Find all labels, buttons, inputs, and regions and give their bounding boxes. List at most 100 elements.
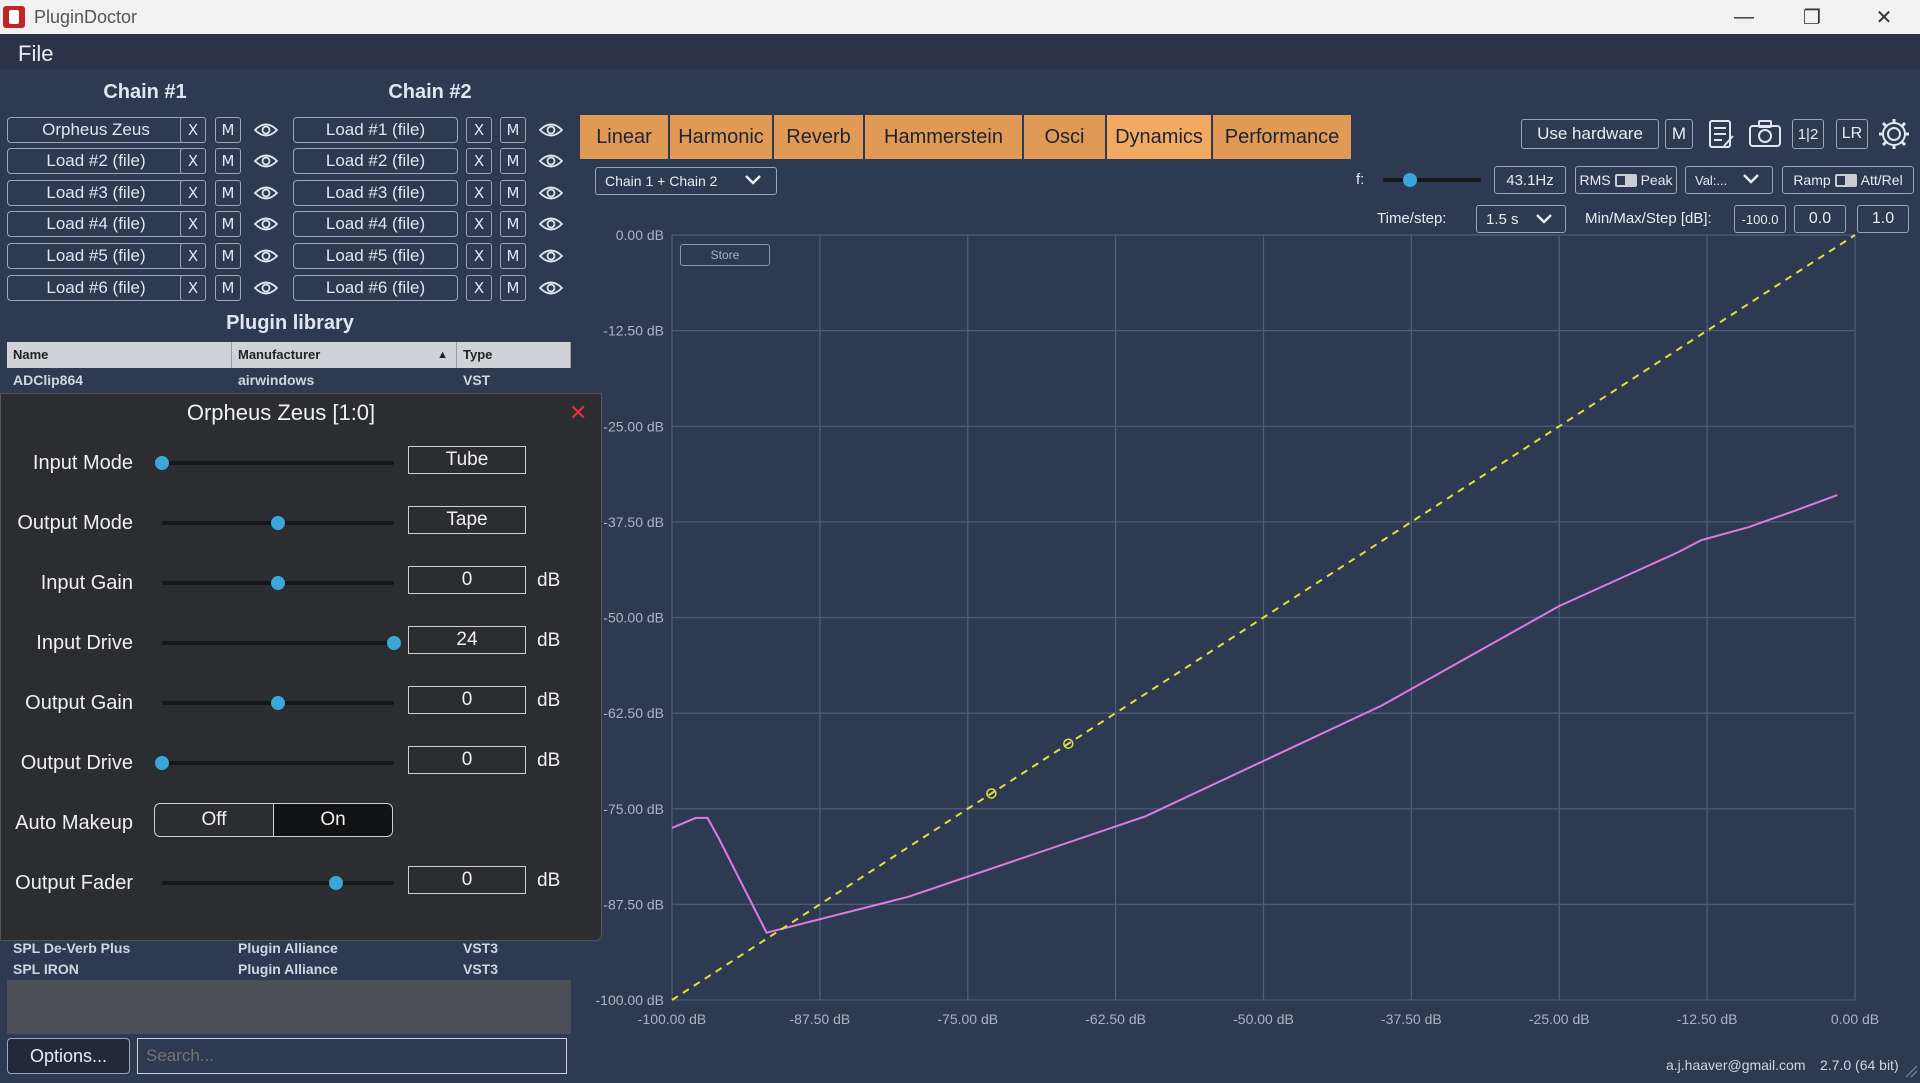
camera-icon[interactable] <box>1748 118 1782 150</box>
mute-button[interactable]: M <box>1665 119 1693 149</box>
chain2-mute-button[interactable]: M <box>500 148 526 174</box>
lr-button[interactable]: LR <box>1836 119 1868 149</box>
frequency-value[interactable]: 43.1Hz <box>1494 166 1566 194</box>
search-input[interactable] <box>137 1038 567 1074</box>
auto-makeup-on[interactable]: On <box>273 803 393 837</box>
chain2-remove-button[interactable]: X <box>466 180 492 206</box>
slider-knob[interactable] <box>271 516 285 530</box>
chain1-mute-button[interactable]: M <box>215 117 241 143</box>
tab-reverb[interactable]: Reverb <box>774 115 864 159</box>
slider-knob[interactable] <box>271 576 285 590</box>
rms-peak-toggle[interactable]: RMS Peak <box>1575 166 1677 194</box>
chain2-remove-button[interactable]: X <box>466 275 492 301</box>
menu-file[interactable]: File <box>18 41 53 67</box>
toggle-switch[interactable] <box>1834 173 1857 187</box>
eye-icon[interactable] <box>253 180 279 206</box>
gear-icon[interactable] <box>1877 117 1911 151</box>
tab-hammerstein[interactable]: Hammerstein <box>865 115 1023 159</box>
chain1-remove-button[interactable]: X <box>180 117 206 143</box>
value-select[interactable]: Val:... <box>1685 166 1773 194</box>
param-value[interactable]: 24 <box>408 626 526 654</box>
param-slider[interactable] <box>162 696 394 710</box>
chain2-remove-button[interactable]: X <box>466 243 492 269</box>
slider-knob[interactable] <box>387 636 401 650</box>
chain1-mute-button[interactable]: M <box>215 275 241 301</box>
param-value[interactable]: 0 <box>408 746 526 774</box>
tab-osci[interactable]: Osci <box>1024 115 1106 159</box>
output-fader-value[interactable]: 0 <box>408 866 526 894</box>
param-value[interactable]: Tube <box>408 446 526 474</box>
chain1-mute-button[interactable]: M <box>215 180 241 206</box>
eye-icon[interactable] <box>538 117 564 143</box>
tab-linear[interactable]: Linear <box>580 115 669 159</box>
frequency-slider[interactable] <box>1383 173 1481 187</box>
table-row[interactable]: SPL De-Verb Plus Plugin Alliance VST3 <box>7 938 571 959</box>
store-button[interactable]: Store <box>680 244 770 266</box>
chain1-slot[interactable]: Orpheus Zeus <box>7 117 185 143</box>
chain2-mute-button[interactable]: M <box>500 180 526 206</box>
slider-knob[interactable] <box>271 696 285 710</box>
chain1-mute-button[interactable]: M <box>215 148 241 174</box>
chain2-slot[interactable]: Load #4 (file) <box>293 211 458 237</box>
tab-harmonic[interactable]: Harmonic <box>670 115 773 159</box>
chain2-slot[interactable]: Load #2 (file) <box>293 148 458 174</box>
param-value[interactable]: 0 <box>408 566 526 594</box>
notes-icon[interactable] <box>1706 118 1736 150</box>
restore-icon[interactable]: ❐ <box>1780 0 1844 34</box>
chain1-slot[interactable]: Load #2 (file) <box>7 148 185 174</box>
chain2-mute-button[interactable]: M <box>500 117 526 143</box>
eye-icon[interactable] <box>538 148 564 174</box>
tab-dynamics[interactable]: Dynamics <box>1107 115 1212 159</box>
chain1-mute-button[interactable]: M <box>215 243 241 269</box>
tab-performance[interactable]: Performance <box>1213 115 1352 159</box>
param-slider[interactable] <box>155 756 394 770</box>
slider-knob[interactable] <box>155 756 169 770</box>
minimize-icon[interactable]: — <box>1712 0 1776 34</box>
eye-icon[interactable] <box>538 211 564 237</box>
column-name[interactable]: Name <box>7 342 232 368</box>
output-fader-slider[interactable] <box>162 876 394 890</box>
options-button[interactable]: Options... <box>7 1038 130 1074</box>
param-slider[interactable] <box>162 516 394 530</box>
eye-icon[interactable] <box>538 243 564 269</box>
auto-makeup-off[interactable]: Off <box>154 803 274 837</box>
eye-icon[interactable] <box>253 148 279 174</box>
slider-knob[interactable] <box>1403 173 1417 187</box>
chain2-slot[interactable]: Load #6 (file) <box>293 275 458 301</box>
split-view-button[interactable]: 1|2 <box>1792 119 1824 149</box>
chain1-remove-button[interactable]: X <box>180 243 206 269</box>
use-hardware-button[interactable]: Use hardware <box>1521 119 1659 149</box>
chain1-remove-button[interactable]: X <box>180 180 206 206</box>
chain2-slot[interactable]: Load #1 (file) <box>293 117 458 143</box>
chain2-mute-button[interactable]: M <box>500 243 526 269</box>
ramp-attrel-toggle[interactable]: Ramp Att/Rel <box>1782 166 1914 194</box>
table-row[interactable]: SPL IRON Plugin Alliance VST3 <box>7 959 571 980</box>
eye-icon[interactable] <box>253 243 279 269</box>
param-slider[interactable] <box>162 636 401 650</box>
chain2-slot[interactable]: Load #5 (file) <box>293 243 458 269</box>
param-value[interactable]: Tape <box>408 506 526 534</box>
param-slider[interactable] <box>162 576 394 590</box>
chain2-remove-button[interactable]: X <box>466 148 492 174</box>
table-row[interactable]: ADClip864 airwindows VST <box>7 370 571 391</box>
eye-icon[interactable] <box>538 180 564 206</box>
chain2-mute-button[interactable]: M <box>500 275 526 301</box>
column-type[interactable]: Type <box>457 342 571 368</box>
chain1-slot[interactable]: Load #3 (file) <box>7 180 185 206</box>
eye-icon[interactable] <box>253 275 279 301</box>
resize-grip-icon[interactable] <box>1902 1062 1918 1078</box>
chain2-remove-button[interactable]: X <box>466 211 492 237</box>
chain1-slot[interactable]: Load #4 (file) <box>7 211 185 237</box>
chain1-slot[interactable]: Load #6 (file) <box>7 275 185 301</box>
chain2-remove-button[interactable]: X <box>466 117 492 143</box>
toggle-switch[interactable] <box>1614 173 1637 187</box>
chain-select[interactable]: Chain 1 + Chain 2 <box>595 167 777 195</box>
eye-icon[interactable] <box>253 211 279 237</box>
column-manufacturer[interactable]: Manufacturer ▲ <box>232 342 457 368</box>
eye-icon[interactable] <box>538 275 564 301</box>
chain1-remove-button[interactable]: X <box>180 148 206 174</box>
chain2-slot[interactable]: Load #3 (file) <box>293 180 458 206</box>
chain1-remove-button[interactable]: X <box>180 211 206 237</box>
close-window-icon[interactable]: ✕ <box>1852 0 1916 34</box>
chain1-slot[interactable]: Load #5 (file) <box>7 243 185 269</box>
